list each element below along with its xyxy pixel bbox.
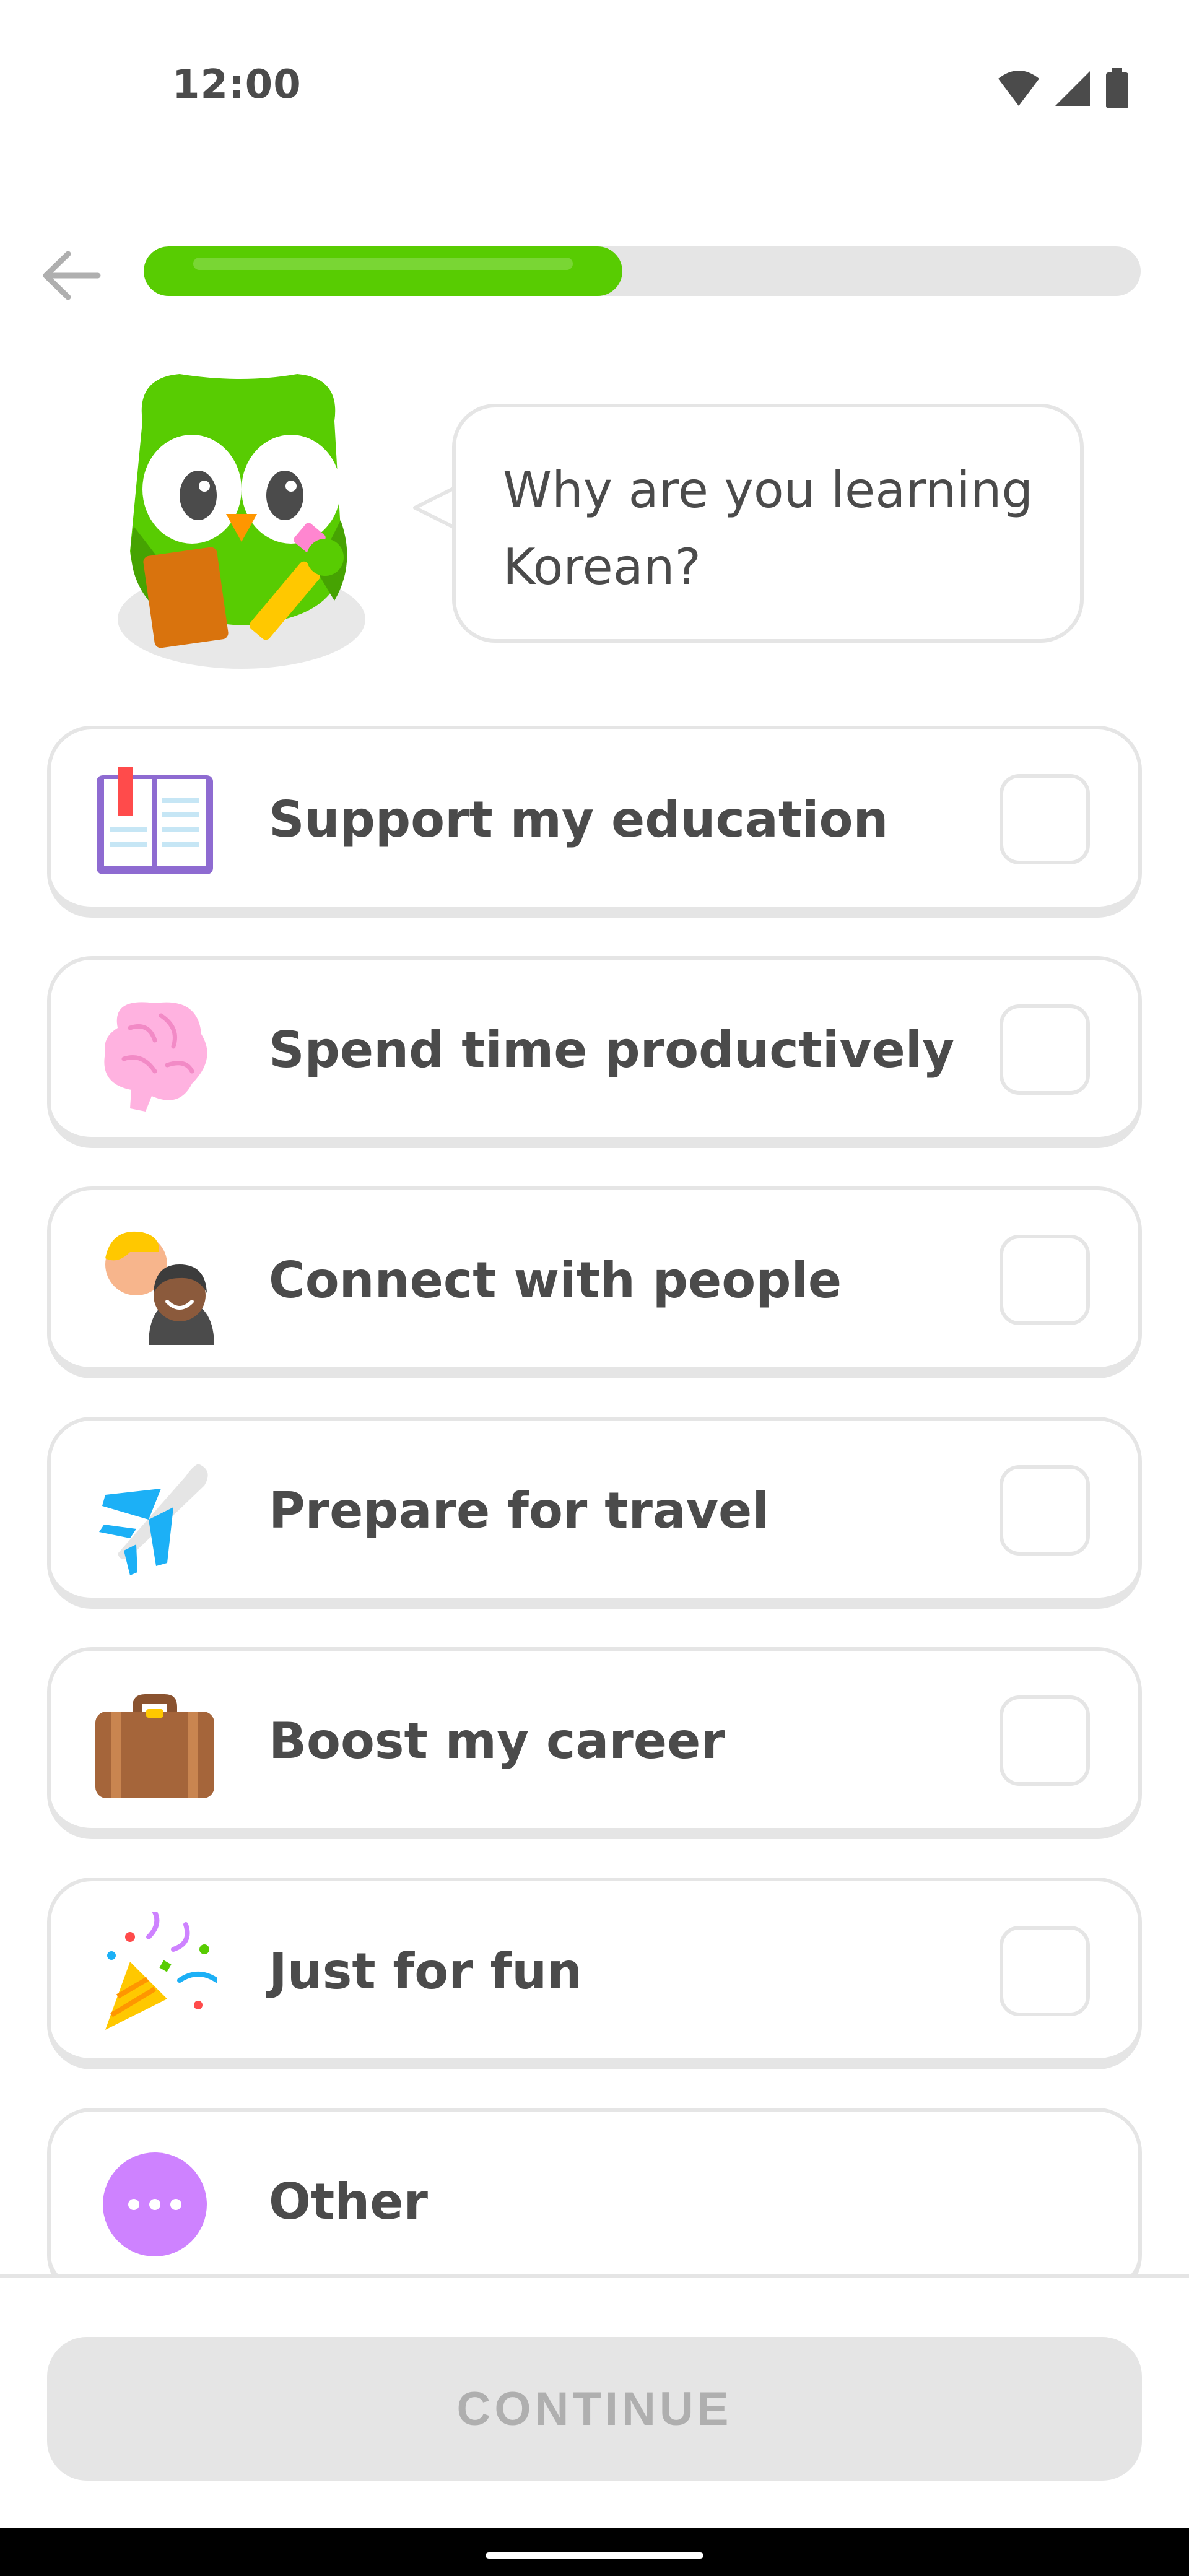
option-label: Boost my career (269, 1712, 725, 1770)
option-connect-with-people[interactable]: Connect with people (47, 1186, 1142, 1378)
status-time: 12:00 (172, 62, 302, 108)
checkbox[interactable] (1000, 1695, 1090, 1786)
back-button[interactable] (37, 242, 105, 310)
status-bar: 12:00 (0, 0, 1189, 180)
option-label: Other (269, 2173, 428, 2230)
continue-label: CONTINUE (456, 2383, 733, 2435)
checkbox[interactable] (1000, 1465, 1090, 1556)
owl-mascot-icon (118, 374, 365, 669)
book-icon (97, 767, 213, 874)
briefcase-icon (95, 1694, 214, 1798)
checkbox[interactable] (1000, 1004, 1090, 1095)
checkbox[interactable] (1000, 1235, 1090, 1325)
option-label: Just for fun (269, 1943, 583, 2000)
option-boost-my-career[interactable]: Boost my career (47, 1647, 1142, 1839)
speech-bubble: Why are you learning Korean? (452, 404, 1084, 643)
continue-button[interactable]: CONTINUE (47, 2337, 1142, 2481)
progress-fill (144, 246, 622, 296)
brain-icon (104, 1002, 207, 1112)
status-icons (997, 68, 1130, 109)
footer: CONTINUE (0, 2274, 1189, 2531)
progress-shine (193, 258, 573, 270)
airplane-icon (99, 1464, 208, 1575)
option-support-my-education[interactable]: Support my education (47, 726, 1142, 918)
arrow-left-icon (43, 251, 101, 300)
progress-bar (144, 246, 1141, 296)
wifi-icon (998, 71, 1039, 106)
battery-icon (1106, 68, 1128, 108)
option-label: Spend time productively (269, 1021, 955, 1079)
people-icon (105, 1231, 214, 1345)
signal-icon (1055, 71, 1090, 106)
more-dots-icon (103, 2152, 207, 2256)
party-popper-icon (105, 1912, 217, 2030)
checkbox[interactable] (1000, 1926, 1090, 2016)
question-text: Why are you learning Korean? (503, 461, 1034, 596)
option-label: Prepare for travel (269, 1482, 769, 1539)
option-label: Support my education (269, 791, 889, 848)
owl-mascot (111, 365, 372, 675)
option-spend-time-productively[interactable]: Spend time productively (47, 956, 1142, 1148)
system-nav-bar (0, 2528, 1189, 2576)
checkbox[interactable] (1000, 774, 1090, 864)
option-just-for-fun[interactable]: Just for fun (47, 1878, 1142, 2069)
option-prepare-for-travel[interactable]: Prepare for travel (47, 1417, 1142, 1609)
option-other[interactable]: Other (47, 2108, 1142, 2300)
top-bar (0, 229, 1189, 310)
home-indicator[interactable] (486, 2552, 703, 2559)
option-label: Connect with people (269, 1251, 842, 1309)
